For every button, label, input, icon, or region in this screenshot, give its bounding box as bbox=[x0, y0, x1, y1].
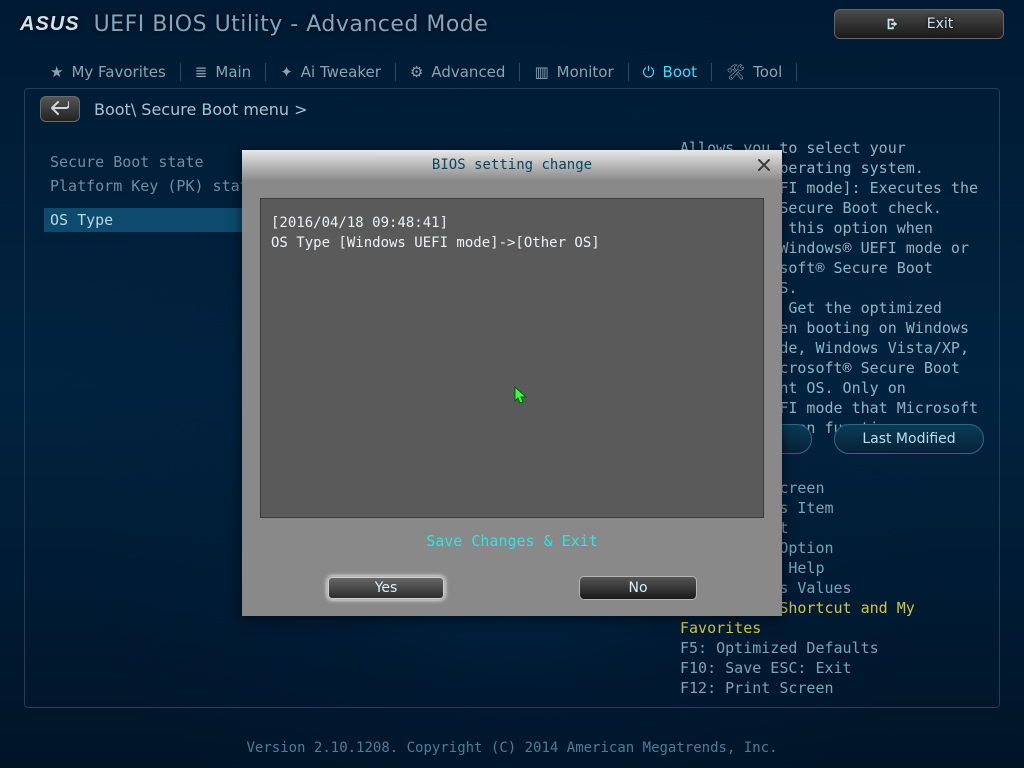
dialog-log-timestamp: [2016/04/18 09:48:41] bbox=[271, 215, 448, 231]
dialog-no-button[interactable]: No bbox=[579, 576, 697, 600]
tab-favorites[interactable]: ★ My Favorites bbox=[36, 63, 180, 81]
tab-monitor-label: Monitor bbox=[557, 63, 614, 81]
dialog-log: [2016/04/18 09:48:41] OS Type [Windows U… bbox=[260, 198, 764, 518]
app-title: UEFI BIOS Utility - Advanced Mode bbox=[94, 12, 489, 37]
gear-icon: ⚙ bbox=[410, 63, 423, 81]
tweaker-icon: ✦ bbox=[280, 63, 293, 81]
hotkey-line: F5: Optimized Defaults bbox=[680, 638, 980, 658]
tab-tool[interactable]: 🛠 Tool bbox=[712, 63, 796, 81]
last-modified-label: Last Modified bbox=[862, 431, 955, 447]
dialog-log-change: OS Type [Windows UEFI mode]->[Other OS] bbox=[271, 235, 600, 251]
setting-secure-boot-state-label: Secure Boot state bbox=[50, 153, 204, 171]
tab-ai-tweaker[interactable]: ✦ Ai Tweaker bbox=[266, 63, 395, 81]
tab-advanced[interactable]: ⚙ Advanced bbox=[396, 63, 520, 81]
tool-icon: 🛠 bbox=[726, 63, 745, 81]
dialog-titlebar: BIOS setting change bbox=[242, 150, 782, 180]
tab-separator bbox=[796, 63, 797, 81]
exit-label: Exit bbox=[927, 16, 954, 32]
tab-tool-label: Tool bbox=[753, 63, 782, 81]
footer-text: Version 2.10.1208. Copyright (C) 2014 Am… bbox=[0, 740, 1024, 756]
tab-monitor[interactable]: ▥ Monitor bbox=[520, 63, 627, 81]
breadcrumb: Boot\ Secure Boot menu > bbox=[94, 100, 308, 119]
hotkey-line: F12: Print Screen bbox=[680, 678, 980, 698]
monitor-icon: ▥ bbox=[534, 63, 548, 81]
tab-advanced-label: Advanced bbox=[431, 63, 505, 81]
star-icon: ★ bbox=[50, 63, 63, 81]
dialog-button-row: Yes No bbox=[242, 576, 782, 600]
tab-boot-label: Boot bbox=[663, 63, 698, 81]
tab-strip: ★ My Favorites ≣ Main ✦ Ai Tweaker ⚙ Adv… bbox=[36, 56, 988, 88]
brand-logo: ASUS bbox=[20, 13, 80, 36]
tab-main-label: Main bbox=[215, 63, 251, 81]
exit-button[interactable]: Exit bbox=[834, 9, 1004, 39]
dialog-yes-label: Yes bbox=[375, 580, 398, 596]
hotkey-line: F10: Save ESC: Exit bbox=[680, 658, 980, 678]
dialog-prompt: Save Changes & Exit bbox=[242, 532, 782, 550]
back-arrow-icon bbox=[51, 100, 69, 119]
setting-platform-key-state-label: Platform Key (PK) state bbox=[50, 177, 258, 195]
tab-boot[interactable]: ⏻ Boot bbox=[629, 63, 711, 81]
header-bar: ASUS UEFI BIOS Utility - Advanced Mode E… bbox=[0, 0, 1024, 48]
setting-os-type-label: OS Type bbox=[50, 211, 113, 229]
back-button[interactable] bbox=[40, 96, 80, 122]
list-icon: ≣ bbox=[195, 63, 208, 81]
tab-main[interactable]: ≣ Main bbox=[181, 63, 265, 81]
close-icon bbox=[756, 161, 772, 177]
breadcrumb-row: Boot\ Secure Boot menu > bbox=[40, 96, 308, 122]
exit-icon bbox=[885, 17, 899, 31]
last-modified-button[interactable]: Last Modified bbox=[834, 424, 984, 454]
tab-ai-tweaker-label: Ai Tweaker bbox=[301, 63, 381, 81]
dialog-no-label: No bbox=[628, 580, 647, 596]
dialog-close-button[interactable] bbox=[756, 157, 772, 173]
dialog-yes-button[interactable]: Yes bbox=[327, 576, 445, 600]
bios-change-dialog: BIOS setting change [2016/04/18 09:48:41… bbox=[242, 150, 782, 616]
tab-favorites-label: My Favorites bbox=[71, 63, 165, 81]
power-icon: ⏻ bbox=[643, 63, 655, 81]
dialog-title: BIOS setting change bbox=[432, 157, 592, 173]
